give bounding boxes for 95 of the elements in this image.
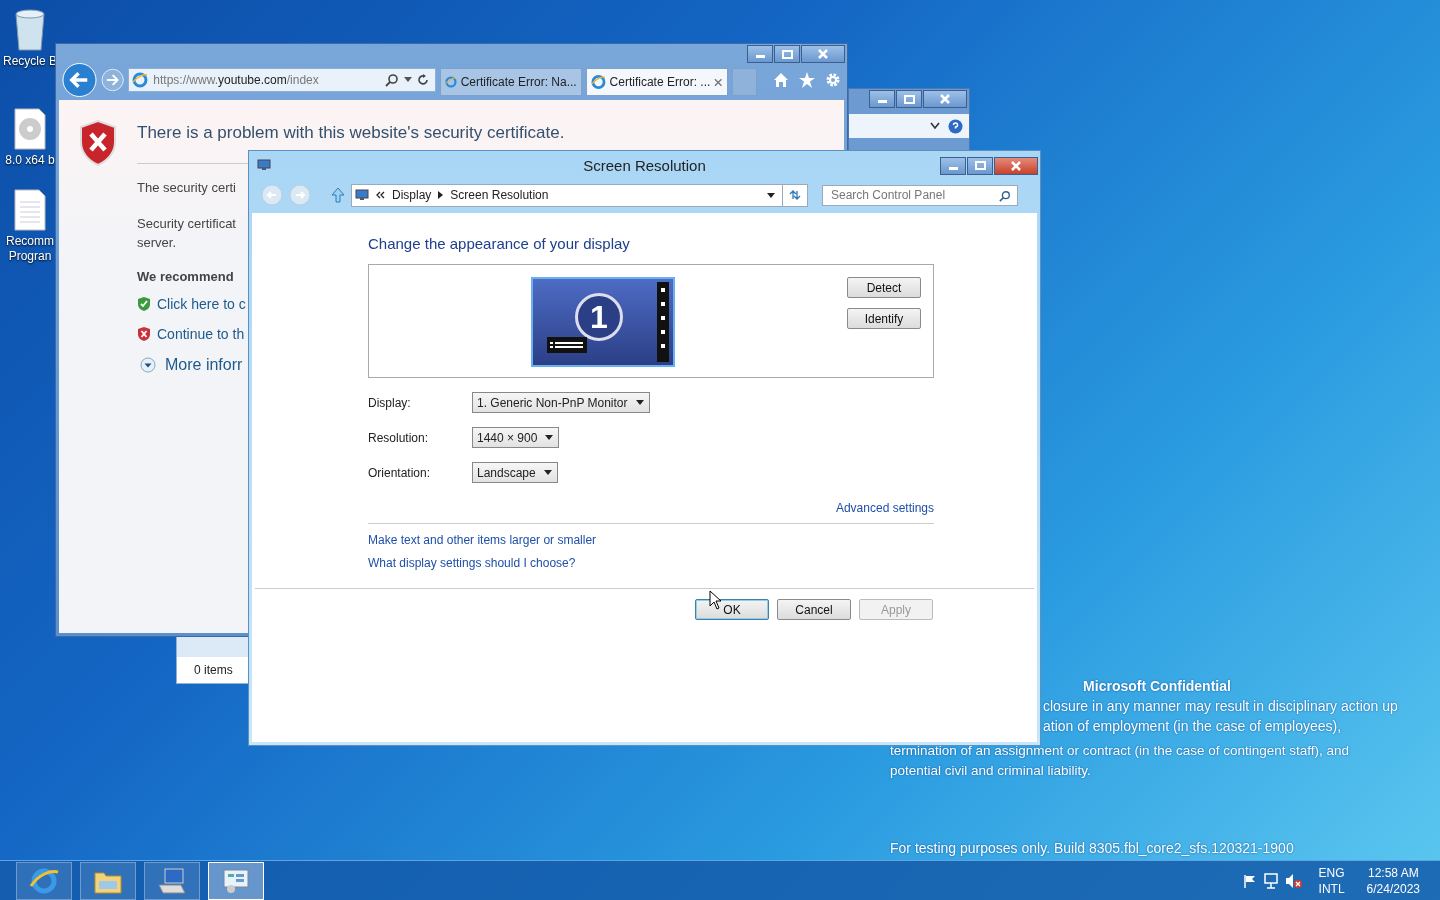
refresh-arrows-icon — [788, 189, 802, 201]
section-heading: Change the appearance of your display — [368, 235, 631, 252]
browser-tab[interactable]: Certificate Error: Na... — [439, 68, 582, 96]
dialog-button[interactable]: Cancel — [777, 599, 851, 620]
dropdown[interactable]: Landscape — [472, 462, 558, 483]
cross-shield-icon — [137, 326, 151, 342]
recommend-heading: We recommend — [137, 269, 234, 284]
page-heading: There is a problem with this website's security certificate. — [137, 123, 565, 143]
maximize-button[interactable] — [774, 45, 800, 63]
close-icon — [817, 49, 829, 59]
dropdown-caret-icon[interactable] — [767, 192, 775, 198]
dialog-button[interactable]: Identify — [847, 308, 921, 329]
dropdown-caret-icon — [543, 470, 552, 475]
help-link[interactable]: What display settings should I choose? — [368, 556, 576, 570]
sidebar-preview-icon — [657, 282, 669, 362]
speaker-muted-icon[interactable] — [1284, 872, 1303, 889]
taskbar-preview-icon — [547, 337, 587, 353]
check-shield-icon — [137, 296, 151, 312]
language-indicator[interactable]: ENG INTL — [1318, 864, 1345, 897]
close-icon — [939, 94, 951, 104]
field-label: Display: — [368, 395, 412, 410]
clock[interactable]: 12:58 AM 6/24/2023 — [1366, 864, 1420, 897]
build-text: For testing purposes only. Build 8305.fbl_core2_sfs.120321-1900 — [890, 840, 1294, 856]
desktop-icon-label[interactable]: 8.0 x64 b — [5, 153, 55, 168]
field-label: Orientation: — [368, 465, 432, 480]
window-title: Screen Resolution — [583, 156, 706, 174]
home-icon[interactable] — [773, 72, 789, 88]
dropdown-caret-icon — [635, 400, 644, 405]
help-icon[interactable] — [948, 118, 963, 134]
dropdown[interactable]: 1. Generic Non-PnP Monitor — [472, 392, 650, 413]
search-icon[interactable] — [384, 73, 399, 87]
notice-text: ation of employment (in the case of employees), — [1043, 717, 1343, 736]
page-paragraph: The security certi — [137, 179, 236, 197]
computer-icon — [157, 866, 187, 895]
breadcrumb-item[interactable]: Display — [392, 188, 432, 202]
taskbar-app-button[interactable] — [16, 861, 72, 900]
network-icon[interactable] — [1262, 872, 1279, 889]
address-bar[interactable]: Display Screen Resolution — [351, 183, 808, 207]
close-button[interactable] — [801, 45, 845, 63]
taskbar-app-button[interactable] — [208, 861, 264, 900]
close-tab-icon[interactable] — [714, 77, 723, 87]
browser-logo-icon — [590, 74, 606, 90]
notice-text: potential civil and criminal liability. — [890, 762, 1092, 780]
close-icon — [1010, 160, 1022, 171]
close-button[interactable] — [994, 156, 1038, 175]
recycle-bin-icon[interactable] — [13, 8, 47, 52]
close-button[interactable] — [923, 90, 967, 108]
flag-icon[interactable] — [1242, 873, 1257, 888]
desktop-icon-label[interactable]: Recomm Progran — [6, 234, 54, 264]
expand-circle-icon[interactable] — [140, 357, 156, 373]
notice-text: closure in any manner may result in disciplinary action up — [1043, 697, 1399, 716]
monitor-icon — [257, 159, 271, 171]
monitor-icon — [355, 189, 369, 201]
taskbar-app-button[interactable] — [80, 861, 136, 900]
star-icon[interactable] — [799, 72, 815, 88]
error-shield-icon — [79, 120, 117, 166]
notice-title: Microsoft Confidential — [1083, 677, 1231, 696]
minimize-button[interactable] — [747, 45, 773, 63]
browser-logo-icon — [444, 74, 457, 90]
dropdown[interactable]: 1440 × 900 — [472, 427, 560, 448]
taskbar-app-button[interactable] — [144, 861, 200, 900]
search-field[interactable]: Search Control Panel — [822, 184, 1018, 206]
maximize-button[interactable] — [967, 156, 993, 175]
chevron-right-icon — [438, 191, 444, 199]
chevron-icon[interactable] — [930, 122, 940, 130]
breadcrumb-item[interactable]: Screen Resolution — [450, 188, 549, 202]
option-link[interactable]: Click here to c — [157, 296, 246, 312]
more-information-link[interactable]: More inforr — [165, 356, 243, 374]
mouse-cursor-icon — [709, 590, 722, 610]
advanced-settings-link[interactable]: Advanced settings — [835, 501, 934, 515]
monitor-tile[interactable]: 1 — [531, 277, 675, 367]
search-icon[interactable] — [999, 189, 1011, 202]
minimize-button[interactable] — [869, 90, 895, 108]
notice-text: termination of an assignment or contract (in the case of contingent staff), and — [890, 742, 1350, 760]
browser-logo-icon — [132, 72, 149, 88]
browser-tab[interactable]: Certificate Error: ... — [585, 68, 728, 96]
minimize-button[interactable] — [940, 156, 966, 175]
page-paragraph: Security certificat server. — [137, 215, 236, 252]
dropdown-caret-icon[interactable] — [403, 77, 412, 83]
maximize-button[interactable] — [896, 90, 922, 108]
control-panel-icon — [221, 866, 251, 895]
address-field[interactable]: https://www.youtube.com/index — [128, 68, 436, 92]
dialog-button[interactable]: Detect — [847, 277, 921, 298]
dropdown-caret-icon — [545, 435, 554, 440]
settings-icon[interactable] — [825, 72, 841, 88]
disc-file-icon[interactable] — [13, 107, 47, 151]
forward-button[interactable] — [101, 68, 125, 92]
refresh-icon[interactable] — [416, 74, 429, 86]
dialog-button[interactable]: OK — [695, 599, 769, 620]
double-chevron-icon — [376, 191, 385, 199]
field-label: Resolution: — [368, 430, 430, 445]
help-link[interactable]: Make text and other items larger or smaller — [368, 533, 597, 547]
option-link[interactable]: Continue to th — [157, 326, 245, 342]
monitor-number: 1 — [575, 293, 623, 341]
document-icon[interactable] — [13, 188, 47, 232]
